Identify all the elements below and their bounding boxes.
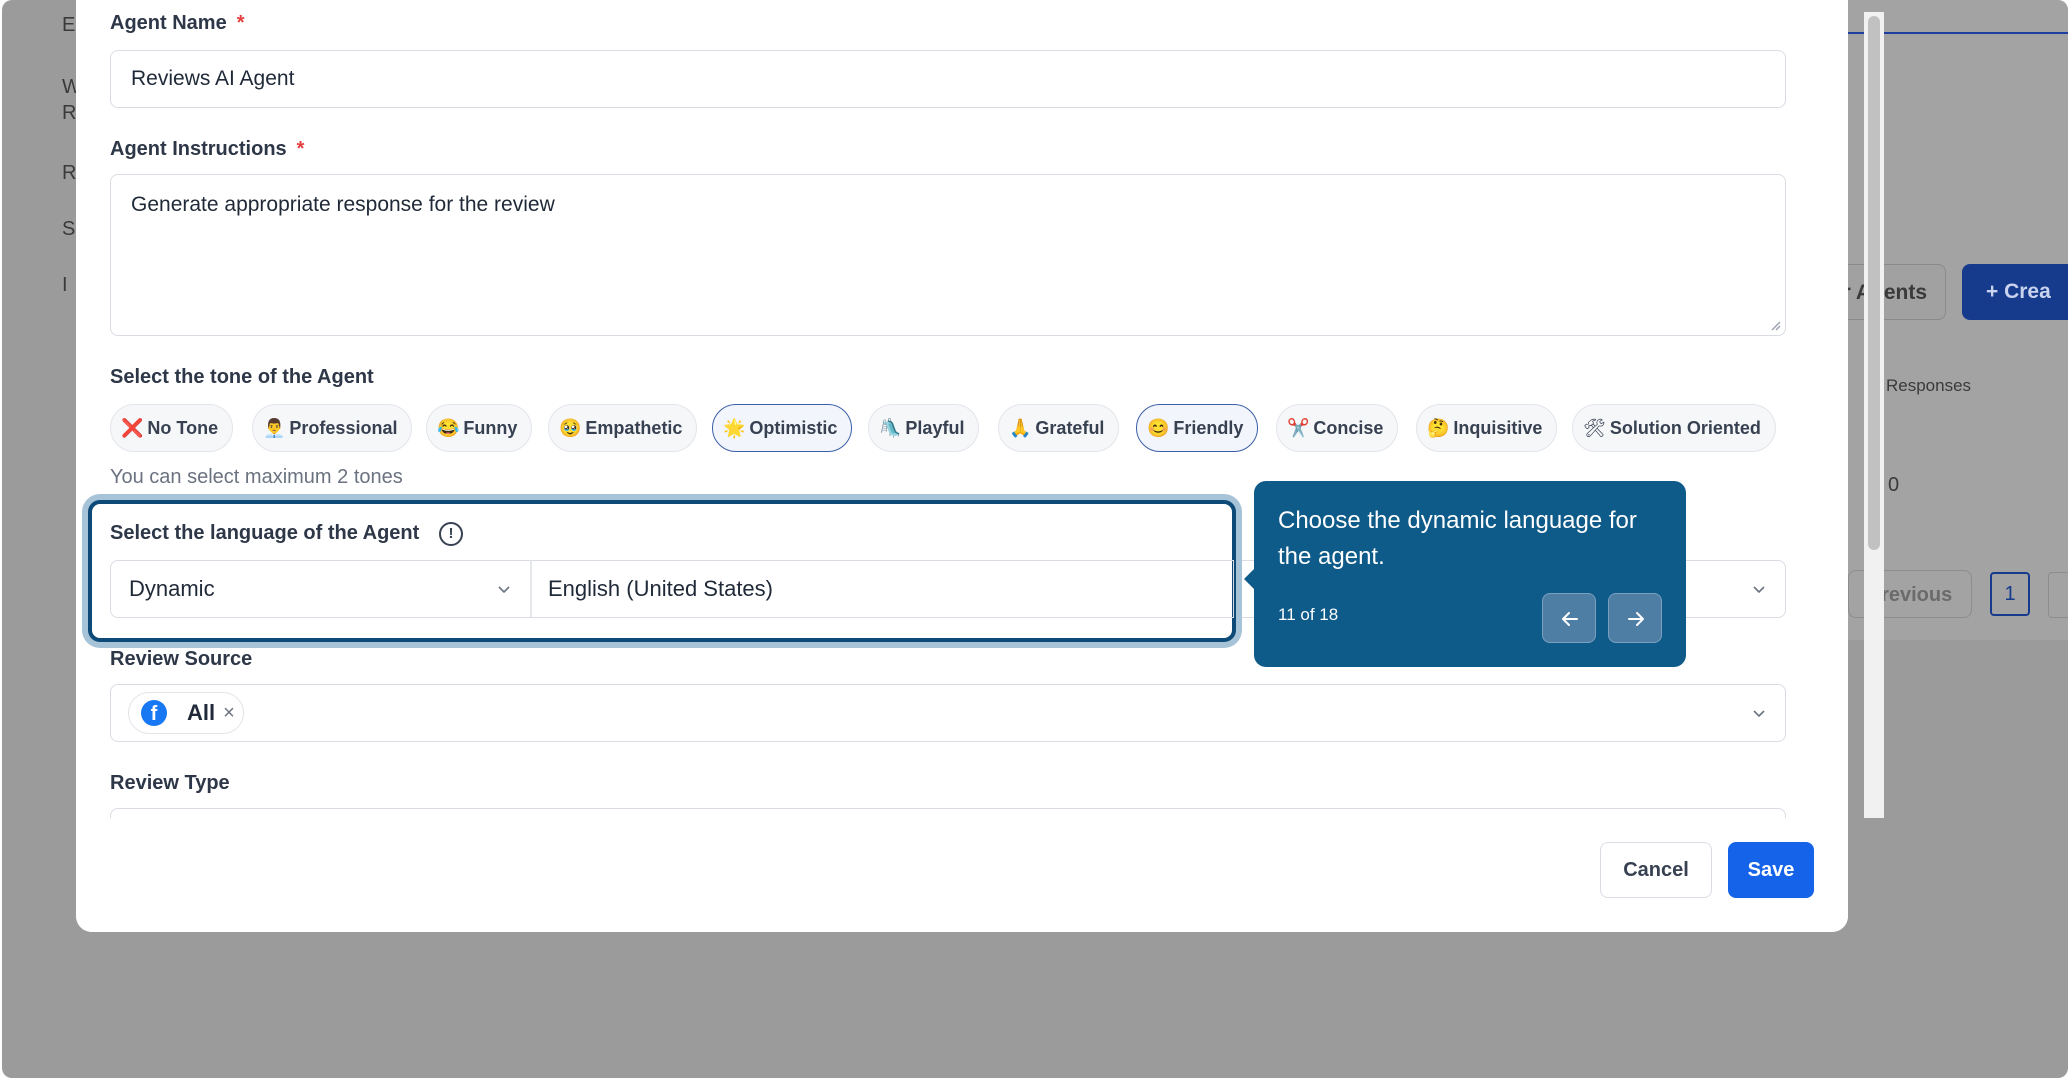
tone-chip-optimistic[interactable]: 🌟 Optimistic — [712, 404, 853, 452]
no-tone-icon: ❌ — [121, 418, 144, 438]
tone-chip-professional[interactable]: 👨‍💼 Professional — [252, 404, 413, 452]
agent-name-label: Agent Name * — [110, 12, 245, 35]
tone-chip-friendly[interactable]: 😊 Friendly — [1136, 404, 1259, 452]
info-icon[interactable]: ! — [439, 522, 463, 546]
agent-instructions-textarea[interactable]: Generate appropriate response for the re… — [110, 174, 1786, 336]
tone-chip-concise[interactable]: ✂️ Concise — [1276, 404, 1399, 452]
tone-hint: You can select maximum 2 tones — [110, 466, 403, 488]
source-tag-label: All — [187, 700, 216, 725]
chevron-down-icon — [1753, 586, 1765, 594]
agent-instructions-label: Agent Instructions * — [110, 138, 304, 161]
chip-label: Friendly — [1173, 418, 1244, 438]
tone-chip-grateful[interactable]: 🙏 Grateful — [998, 404, 1120, 452]
bg-sidebar-item: S — [62, 218, 76, 240]
language-select[interactable]: English (United States) — [530, 560, 1234, 618]
tour-next-button[interactable] — [1608, 593, 1662, 643]
bg-page-number: 1 — [1990, 572, 2030, 616]
facebook-icon: f — [141, 700, 167, 726]
chip-label: Inquisitive — [1453, 418, 1543, 438]
tone-chip-solution-oriented[interactable]: 🛠 Solution Oriented — [1572, 404, 1776, 452]
modal-footer — [76, 818, 1848, 932]
screen: E W R R S I r Agents + Crea Responses 0 … — [2, 0, 2068, 1078]
scrollbar-thumb[interactable] — [1868, 16, 1880, 550]
bg-sidebar-item: R — [62, 102, 77, 124]
bg-column-header: Responses — [1886, 376, 1972, 395]
tour-prev-button[interactable] — [1542, 593, 1596, 643]
agent-instructions-label-text: Agent Instructions — [110, 138, 287, 160]
bg-sidebar-item: E — [62, 14, 76, 36]
bg-page-next — [2048, 572, 2068, 618]
tone-chip-no-tone[interactable]: ❌ No Tone — [110, 404, 234, 452]
tour-tooltip: Choose the dynamic language for the agen… — [1244, 481, 1686, 667]
review-source-label: Review Source — [110, 648, 253, 670]
agent-name-label-text: Agent Name — [110, 12, 227, 34]
optimistic-icon: 🌟 — [723, 418, 746, 438]
bg-sidebar-item: I — [62, 274, 68, 296]
chip-label: Playful — [905, 418, 965, 438]
chip-label: Funny — [463, 418, 518, 438]
language-mode-value: Dynamic — [129, 576, 215, 601]
tooltip-text: Choose the dynamic language for the agen… — [1278, 507, 1637, 570]
concise-icon: ✂️ — [1287, 418, 1310, 438]
tone-label: Select the tone of the Agent — [110, 366, 374, 388]
chevron-down-icon — [498, 586, 510, 594]
playful-icon: 🛝 — [879, 418, 902, 438]
chip-label: Grateful — [1035, 418, 1105, 438]
bg-cell-value: 0 — [1888, 474, 1900, 496]
cancel-button[interactable]: Cancel — [1600, 842, 1712, 898]
tone-chip-playful[interactable]: 🛝 Playful — [868, 404, 980, 452]
chip-label: Solution Oriented — [1609, 418, 1761, 438]
chip-label: Optimistic — [749, 418, 838, 438]
remove-tag-icon[interactable]: × — [223, 702, 235, 725]
source-tag-all[interactable]: f All × — [128, 692, 244, 734]
funny-icon: 😂 — [437, 418, 460, 438]
bg-sidebar-item: R — [62, 162, 77, 184]
tour-step-counter: 11 of 18 — [1278, 605, 1339, 624]
professional-icon: 👨‍💼 — [263, 418, 286, 438]
tone-chip-funny[interactable]: 😂 Funny — [426, 404, 533, 452]
solution-oriented-icon: 🛠 — [1583, 418, 1606, 438]
resize-handle-icon[interactable] — [1769, 319, 1781, 331]
chip-label: No Tone — [147, 418, 219, 438]
review-source-select[interactable] — [110, 684, 1786, 742]
agent-instructions-value: Generate appropriate response for the re… — [131, 193, 555, 216]
save-button[interactable]: Save — [1728, 842, 1814, 898]
chip-label: Concise — [1313, 418, 1384, 438]
chevron-down-icon — [1753, 710, 1765, 718]
inquisitive-icon: 🤔 — [1427, 418, 1450, 438]
agent-name-input[interactable]: Reviews AI Agent — [110, 50, 1786, 108]
language-mode-select[interactable]: Dynamic — [110, 560, 530, 618]
tone-chip-inquisitive[interactable]: 🤔 Inquisitive — [1416, 404, 1558, 452]
friendly-icon: 😊 — [1147, 418, 1170, 438]
required-marker: * — [296, 138, 305, 160]
bg-create-button: + Crea — [1962, 264, 2068, 320]
arrow-right-icon — [1628, 612, 1644, 626]
required-marker: * — [236, 12, 245, 34]
chip-label: Professional — [289, 418, 398, 438]
language-label: Select the language of the Agent — [110, 522, 420, 544]
empathetic-icon: 🥹 — [559, 418, 582, 438]
grateful-icon: 🙏 — [1009, 418, 1032, 438]
tone-chip-empathetic[interactable]: 🥹 Empathetic — [548, 404, 698, 452]
chip-label: Empathetic — [585, 418, 683, 438]
arrow-left-icon — [1562, 612, 1578, 626]
review-type-label: Review Type — [110, 772, 230, 794]
